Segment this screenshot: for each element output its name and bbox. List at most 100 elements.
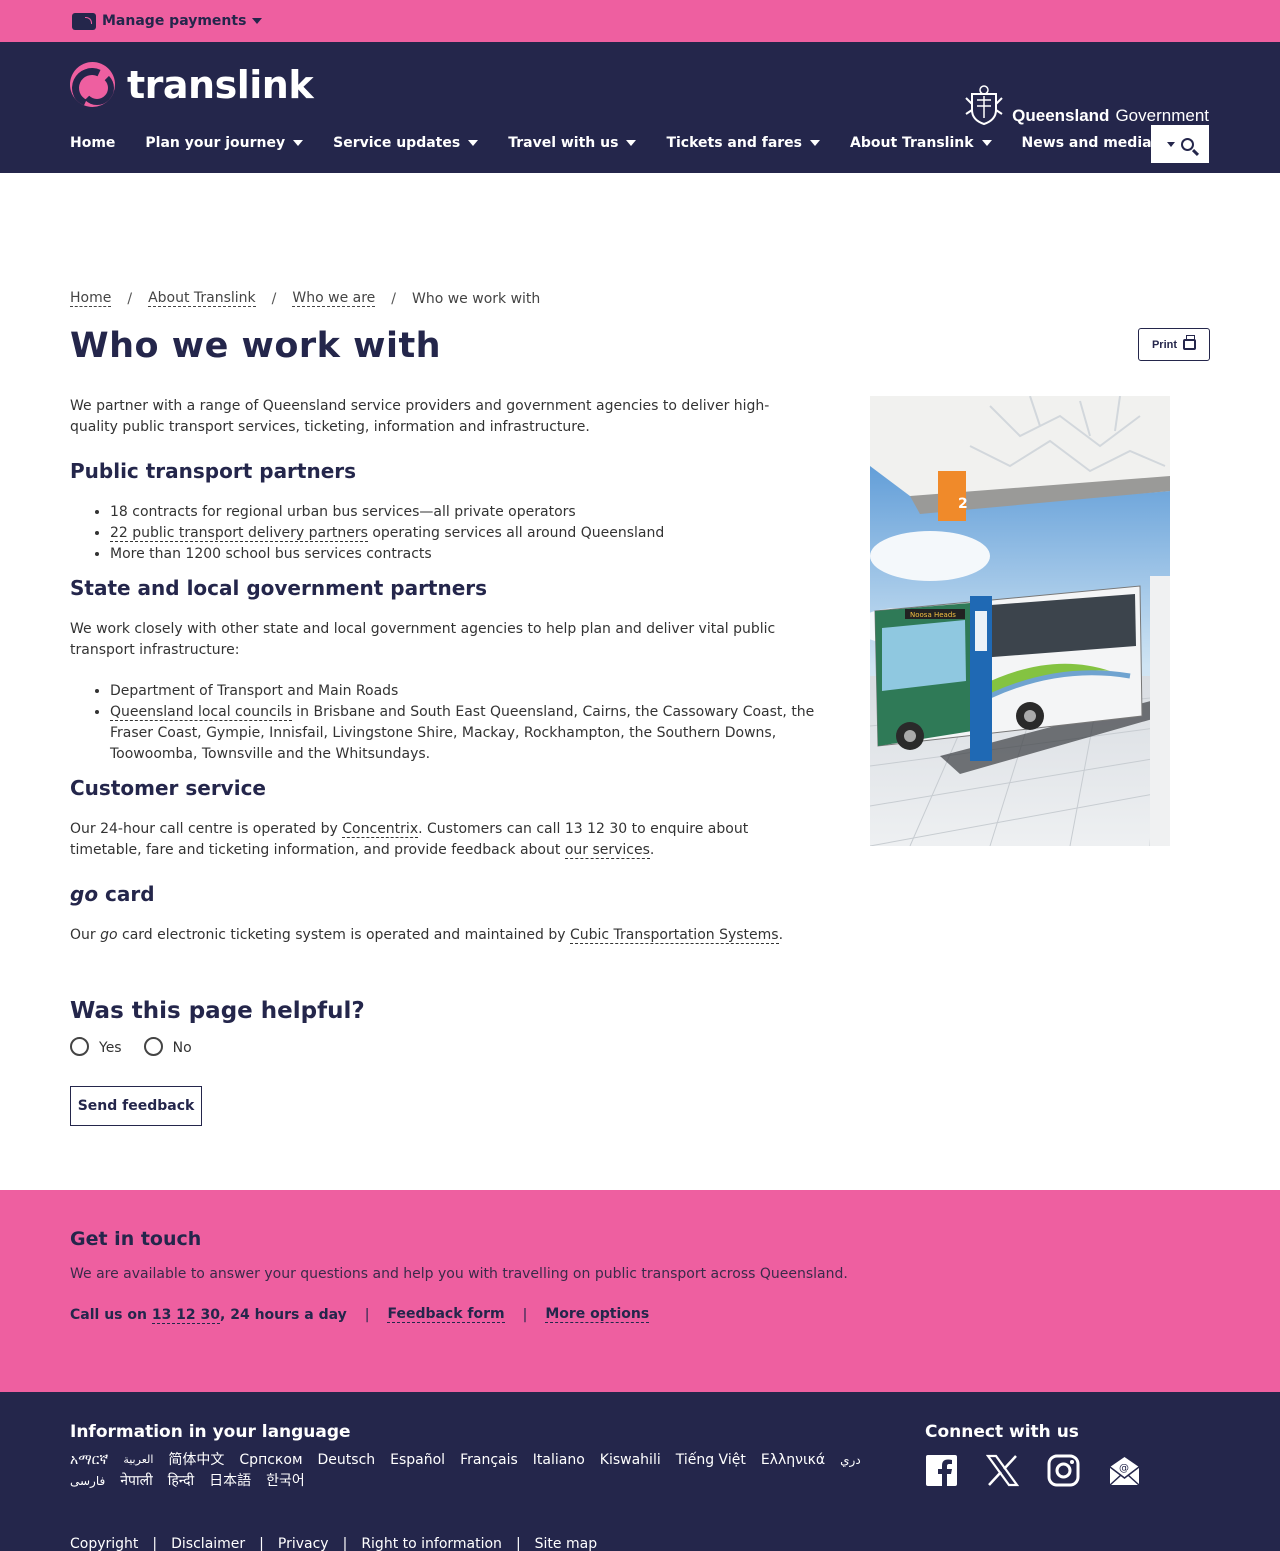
- local-councils-link[interactable]: Queensland local councils: [110, 704, 292, 721]
- delivery-partners-link[interactable]: 22 public transport delivery partners: [110, 525, 368, 542]
- chevron-down-icon: [810, 140, 820, 146]
- manage-payments-button[interactable]: Manage payments: [72, 12, 263, 30]
- language-list: አማርኛ العربية 简体中文 Српском Deutsch Españo…: [70, 1450, 900, 1491]
- language-link[interactable]: አማርኛ: [70, 1450, 108, 1470]
- customer-service-paragraph: Our 24-hour call centre is operated by C…: [70, 819, 815, 861]
- nav-about-translink[interactable]: About Translink: [850, 135, 992, 151]
- language-link[interactable]: Ελληνικά: [761, 1450, 825, 1470]
- language-link[interactable]: हिन्दी: [168, 1471, 194, 1491]
- language-link[interactable]: नेपाली: [120, 1471, 152, 1491]
- language-link[interactable]: Français: [460, 1450, 518, 1470]
- nav-service-updates[interactable]: Service updates: [333, 135, 479, 151]
- nav-home-label: Home: [70, 135, 116, 151]
- nav-plan-your-journey[interactable]: Plan your journey: [145, 135, 304, 151]
- concentrix-link[interactable]: Concentrix: [342, 821, 419, 838]
- page-helpful-section: Was this page helpful? Yes No Send feedb…: [70, 998, 365, 1126]
- instagram-icon[interactable]: [1047, 1454, 1080, 1487]
- facebook-icon[interactable]: [925, 1454, 958, 1487]
- more-options-link[interactable]: More options: [545, 1306, 650, 1323]
- manage-payments-label: Manage payments: [102, 13, 247, 29]
- language-link[interactable]: Italiano: [533, 1450, 585, 1470]
- text: Our 24-hour call centre is operated by: [70, 821, 343, 837]
- breadcrumb-about-translink[interactable]: About Translink: [148, 290, 256, 307]
- nav-news-and-media[interactable]: News and media: [1022, 135, 1170, 151]
- heading-go-card: go card: [70, 881, 815, 907]
- yes-label[interactable]: Yes: [99, 1040, 122, 1056]
- x-icon[interactable]: [986, 1454, 1019, 1487]
- text: , 24 hours a day: [220, 1306, 347, 1323]
- yes-radio[interactable]: [70, 1036, 89, 1056]
- main-content: We partner with a range of Queensland se…: [70, 396, 815, 966]
- print-button[interactable]: Print: [1138, 328, 1210, 361]
- breadcrumb: Home / About Translink / Who we are / Wh…: [70, 290, 540, 307]
- bus-station-illustration: 2 Noosa Heads: [870, 396, 1170, 846]
- search-button[interactable]: [1151, 125, 1209, 163]
- separator: |: [259, 1536, 264, 1551]
- nav-news-label: News and media: [1021, 135, 1152, 151]
- breadcrumb-separator: /: [127, 290, 133, 307]
- get-in-touch-text: We are available to answer your question…: [70, 1266, 848, 1282]
- separator: |: [152, 1536, 158, 1551]
- search-icon: [1180, 137, 1194, 151]
- nav-travel-with-us[interactable]: Travel with us: [508, 135, 637, 151]
- language-link[interactable]: 한국어: [266, 1471, 305, 1491]
- breadcrumb-home[interactable]: Home: [70, 290, 112, 307]
- nav-tickets-and-fares[interactable]: Tickets and fares: [666, 135, 820, 151]
- go-italic: go: [70, 882, 99, 906]
- language-link[interactable]: 简体中文: [168, 1450, 224, 1470]
- heading-public-transport-partners: Public transport partners: [70, 459, 357, 483]
- breadcrumb-who-we-are[interactable]: Who we are: [292, 290, 376, 307]
- nav-service-label: Service updates: [333, 135, 461, 151]
- language-link[interactable]: Kiswahili: [600, 1450, 661, 1470]
- list-item: 18 contracts for regional urban bus serv…: [110, 502, 815, 523]
- chevron-down-icon: [468, 140, 479, 146]
- site-map-link[interactable]: Site map: [535, 1536, 597, 1551]
- phone-link[interactable]: 13 12 30: [151, 1306, 221, 1324]
- nav-home[interactable]: Home: [70, 135, 115, 151]
- get-in-touch-section: Get in touch We are available to answer …: [0, 1190, 1280, 1392]
- language-link[interactable]: Српском: [239, 1450, 302, 1470]
- language-link[interactable]: Deutsch: [318, 1450, 376, 1470]
- helpful-title: Was this page helpful?: [70, 998, 365, 1024]
- chevron-down-icon: [626, 140, 637, 146]
- language-link[interactable]: دري: [840, 1450, 861, 1470]
- nav-about-label: About Translink: [850, 135, 974, 151]
- site-header: translink Queensland Government Home Pla…: [0, 42, 1280, 173]
- list-item: Department of Transport and Main Roads: [110, 681, 815, 702]
- site-footer: Information in your language አማርኛ العربي…: [0, 1392, 1280, 1551]
- right-to-information-link[interactable]: Right to information: [361, 1536, 502, 1551]
- language-link[interactable]: العربية: [123, 1450, 153, 1470]
- language-link[interactable]: 日本語: [209, 1471, 251, 1491]
- printer-icon: [1183, 335, 1197, 350]
- svg-text:2: 2: [958, 496, 968, 512]
- language-link[interactable]: Tiếng Việt: [676, 1450, 746, 1470]
- disclaimer-link[interactable]: Disclaimer: [171, 1536, 245, 1551]
- email-icon[interactable]: @: [1108, 1454, 1141, 1487]
- social-links: @: [925, 1454, 1141, 1487]
- heading-state-local-government: State and local government partners: [70, 576, 488, 600]
- send-feedback-button[interactable]: Send feedback: [70, 1086, 202, 1126]
- text: Our: [70, 927, 101, 943]
- list-item-text: operating services all around Queensland: [367, 525, 665, 541]
- cubic-link[interactable]: Cubic Transportation Systems: [569, 927, 779, 944]
- copyright-link[interactable]: Copyright: [70, 1536, 138, 1551]
- list-item: Queensland local councils in Brisbane an…: [110, 702, 815, 765]
- connect-section: Connect with us @: [925, 1422, 1141, 1487]
- connect-title: Connect with us: [925, 1422, 1079, 1442]
- heading-text: card: [98, 882, 155, 906]
- privacy-link[interactable]: Privacy: [278, 1536, 329, 1551]
- list-item-text: More than 1200 school bus services contr…: [110, 546, 432, 562]
- translink-logo[interactable]: translink: [70, 62, 314, 107]
- breadcrumb-separator: /: [391, 290, 396, 307]
- no-radio[interactable]: [143, 1036, 163, 1056]
- language-link[interactable]: Español: [390, 1450, 445, 1470]
- no-label[interactable]: No: [173, 1040, 192, 1056]
- feedback-form-link[interactable]: Feedback form: [387, 1306, 505, 1323]
- nav-travel-label: Travel with us: [508, 135, 619, 151]
- list-item: More than 1200 school bus services contr…: [110, 544, 815, 565]
- queensland-government-logo[interactable]: Queensland Government: [964, 85, 1209, 126]
- language-link[interactable]: فارسی: [70, 1471, 105, 1491]
- go-card-paragraph: Our go card electronic ticketing system …: [70, 925, 815, 946]
- our-services-link[interactable]: our services: [564, 842, 650, 859]
- state-intro-paragraph: We work closely with other state and loc…: [70, 621, 776, 658]
